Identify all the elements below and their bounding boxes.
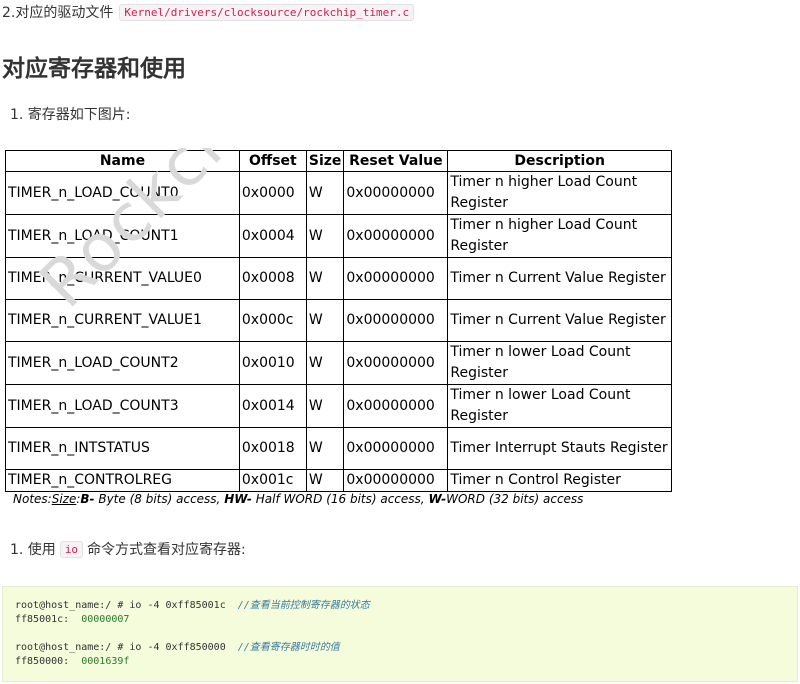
notes-hw: HW- — [224, 492, 252, 506]
cell-description: Timer n lower Load Count Register — [447, 341, 672, 385]
table-row: TIMER_n_CURRENT_VALUE1 0x000c W 0x000000… — [5, 299, 672, 342]
cell-reset: 0x00000000 — [343, 341, 449, 385]
header-size: Size — [305, 150, 345, 172]
table-row: TIMER_n_LOAD_COUNT0 0x0000 W 0x00000000 … — [5, 171, 672, 215]
notes-b: B- — [80, 492, 95, 506]
cell-name: TIMER_n_CURRENT_VALUE0 — [5, 257, 240, 300]
table-row: TIMER_n_LOAD_COUNT1 0x0004 W 0x00000000 … — [5, 214, 672, 258]
code-address: ff85001c: — [15, 614, 82, 625]
notes-size-label: Size — [51, 492, 77, 506]
table-row: TIMER_n_LOAD_COUNT2 0x0010 W 0x00000000 … — [5, 341, 672, 385]
cell-description: Timer n higher Load Count Register — [447, 214, 672, 258]
code-value: 00000007 — [81, 614, 130, 625]
cell-offset: 0x0018 — [238, 427, 307, 470]
io-suffix: 命令方式查看对应寄存器: — [87, 542, 246, 558]
header-name: Name — [5, 150, 240, 172]
cell-reset: 0x00000000 — [343, 257, 449, 300]
driver-file-path: Kernel/drivers/clocksource/rockchip_time… — [119, 3, 415, 21]
cell-size: W — [305, 257, 345, 300]
cell-offset: 0x001c — [238, 469, 307, 492]
cell-reset: 0x00000000 — [343, 171, 449, 215]
table-notes: Notes:Size:B- Byte (8 bits) access, HW- … — [13, 492, 584, 506]
io-prefix: 1. 使用 — [10, 542, 56, 558]
code-command: root@host_name:/ # io -4 0xff85001c — [15, 600, 238, 611]
driver-file-label: 2.对应的驱动文件 — [2, 5, 114, 21]
cell-size: W — [305, 341, 345, 385]
header-reset-value: Reset Value — [343, 150, 449, 172]
section-heading: 对应寄存器和使用 — [2, 56, 186, 82]
notes-w: W- — [428, 492, 447, 506]
header-description: Description — [447, 150, 672, 172]
cell-name: TIMER_n_LOAD_COUNT1 — [5, 214, 240, 258]
cell-reset: 0x00000000 — [343, 299, 449, 342]
io-code: io — [59, 540, 84, 558]
code-line: ff85001c: 00000007 — [15, 613, 785, 627]
cell-description: Timer n higher Load Count Register — [447, 171, 672, 215]
notes-w-text: WORD (32 bits) access — [446, 492, 584, 506]
notes-prefix: Notes: — [13, 492, 52, 506]
cell-name: TIMER_n_INTSTATUS — [5, 427, 240, 470]
cell-offset: 0x0010 — [238, 341, 307, 385]
table-header-row: Name Offset Size Reset Value Description — [5, 150, 672, 172]
cell-offset: 0x0014 — [238, 384, 307, 428]
cell-description: Timer n Current Value Register — [447, 299, 672, 342]
cell-name: TIMER_n_CURRENT_VALUE1 — [5, 299, 240, 342]
cell-description: Timer Interrupt Stauts Register — [447, 427, 672, 470]
code-comment: //查看当前控制寄存器的状态 — [237, 600, 370, 611]
notes-b-text: Byte (8 bits) access, — [94, 492, 225, 506]
table-row: TIMER_n_INTSTATUS 0x0018 W 0x00000000 Ti… — [5, 427, 672, 470]
code-comment: //查看寄存器时时的值 — [237, 642, 340, 653]
register-table: Name Offset Size Reset Value Description… — [5, 150, 672, 492]
cell-name: TIMER_n_LOAD_COUNT3 — [5, 384, 240, 428]
cell-offset: 0x0008 — [238, 257, 307, 300]
cell-name: TIMER_n_CONTROLREG — [5, 469, 240, 492]
cell-description: Timer n lower Load Count Register — [447, 384, 672, 428]
code-block: root@host_name:/ # io -4 0xff85001c //查看… — [2, 586, 798, 682]
cell-offset: 0x0004 — [238, 214, 307, 258]
cell-size: W — [305, 427, 345, 470]
list-item-io-command: 1. 使用 io 命令方式查看对应寄存器: — [10, 539, 246, 559]
code-line: root@host_name:/ # io -4 0xff85001c //查看… — [15, 599, 785, 613]
cell-size: W — [305, 214, 345, 258]
table-row: TIMER_n_LOAD_COUNT3 0x0014 W 0x00000000 … — [5, 384, 672, 428]
notes-hw-text: Half WORD (16 bits) access, — [251, 492, 429, 506]
header-offset: Offset — [238, 150, 307, 172]
cell-offset: 0x000c — [238, 299, 307, 342]
cell-name: TIMER_n_LOAD_COUNT2 — [5, 341, 240, 385]
code-line: ff850000: 0001639f — [15, 655, 785, 669]
driver-file-line: 2.对应的驱动文件 Kernel/drivers/clocksource/roc… — [2, 2, 415, 22]
cell-size: W — [305, 171, 345, 215]
cell-reset: 0x00000000 — [343, 469, 449, 492]
code-line: root@host_name:/ # io -4 0xff850000 //查看… — [15, 641, 785, 655]
table-row: TIMER_n_CURRENT_VALUE0 0x0008 W 0x000000… — [5, 257, 672, 300]
table-row: TIMER_n_CONTROLREG 0x001c W 0x00000000 T… — [5, 469, 672, 492]
code-command: root@host_name:/ # io -4 0xff850000 — [15, 642, 238, 653]
list-item-register-image: 1. 寄存器如下图片: — [10, 107, 131, 123]
cell-size: W — [305, 384, 345, 428]
register-table-figure: Rockchip Name Offset Size Reset Value De… — [5, 148, 672, 510]
cell-reset: 0x00000000 — [343, 384, 449, 428]
cell-name: TIMER_n_LOAD_COUNT0 — [5, 171, 240, 215]
cell-reset: 0x00000000 — [343, 214, 449, 258]
cell-offset: 0x0000 — [238, 171, 307, 215]
cell-size: W — [305, 299, 345, 342]
cell-description: Timer n Control Register — [447, 469, 672, 492]
cell-reset: 0x00000000 — [343, 427, 449, 470]
code-address: ff850000: — [15, 656, 82, 667]
cell-description: Timer n Current Value Register — [447, 257, 672, 300]
code-value: 0001639f — [81, 656, 130, 667]
cell-size: W — [305, 469, 345, 492]
